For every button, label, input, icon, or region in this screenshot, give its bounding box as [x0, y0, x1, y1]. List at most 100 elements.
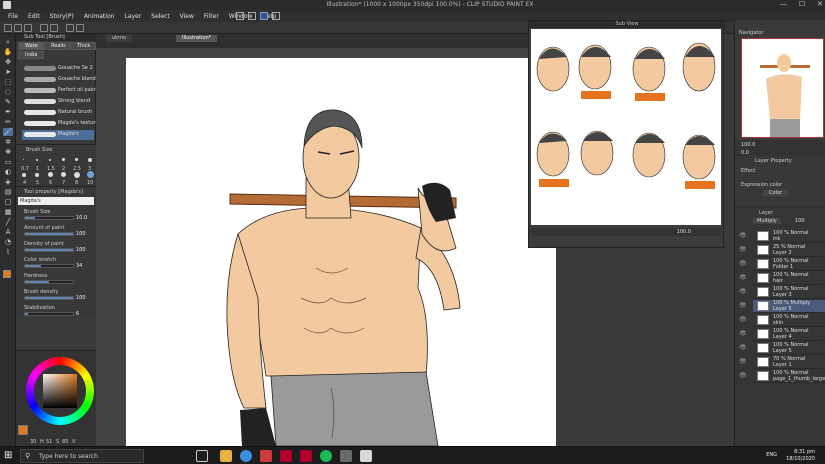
correct-line-tool-icon[interactable]: ⌇: [3, 248, 13, 256]
spotify-icon[interactable]: [320, 450, 332, 462]
grid-icon[interactable]: [236, 12, 244, 20]
windows-start-icon[interactable]: ⊞: [4, 450, 16, 462]
main-color-icon[interactable]: [3, 270, 11, 278]
new-icon[interactable]: [4, 24, 12, 32]
eraser-tool-icon[interactable]: ▭: [3, 158, 13, 166]
menu-filter[interactable]: Filter: [199, 13, 224, 20]
save-icon[interactable]: [24, 24, 32, 32]
visibility-eye-icon[interactable]: 👁: [739, 316, 747, 323]
visibility-eye-icon[interactable]: 👁: [739, 344, 747, 351]
property-value[interactable]: 6: [76, 311, 79, 317]
maximize-button[interactable]: ☐: [799, 0, 805, 8]
visibility-eye-icon[interactable]: 👁: [739, 358, 747, 365]
subtool-tab-realistic[interactable]: Realis: [44, 42, 70, 50]
brush-item-selected[interactable]: Magda's: [22, 130, 94, 140]
frame-tool-icon[interactable]: ▦: [3, 208, 13, 216]
app-icon[interactable]: [260, 450, 272, 462]
size-dot[interactable]: [48, 172, 53, 177]
figure-tool-icon[interactable]: □: [3, 198, 13, 206]
pen-tool-icon[interactable]: ✒: [3, 108, 13, 116]
main-color-swatch[interactable]: [18, 425, 28, 435]
size-dot[interactable]: [36, 159, 38, 161]
property-value[interactable]: 100: [76, 247, 86, 253]
clip-studio-icon[interactable]: [360, 450, 372, 462]
menu-layer[interactable]: Layer: [119, 13, 146, 20]
sub-view-zoom[interactable]: 100.0: [677, 229, 691, 235]
tab-illustration[interactable]: Illustration*: [176, 35, 218, 42]
property-slider[interactable]: [24, 280, 74, 284]
brush-item[interactable]: Natural brush: [22, 108, 94, 118]
property-value[interactable]: 100: [76, 231, 86, 237]
undo-icon[interactable]: [40, 24, 48, 32]
visibility-eye-icon[interactable]: 👁: [739, 330, 747, 337]
layer-row[interactable]: 100 % Normal Layer 3: [753, 286, 825, 299]
menu-animation[interactable]: Animation: [79, 13, 120, 20]
visibility-eye-icon[interactable]: 👁: [739, 232, 747, 239]
decoration-tool-icon[interactable]: ❋: [3, 148, 13, 156]
size-dot[interactable]: [49, 159, 51, 161]
visibility-eye-icon[interactable]: 👁: [739, 288, 747, 295]
netflix-icon[interactable]: [300, 450, 312, 462]
property-slider[interactable]: [24, 232, 74, 236]
move-tool-icon[interactable]: ✥: [3, 58, 13, 66]
size-dot[interactable]: [35, 173, 39, 177]
fill-tool-icon[interactable]: ◈: [3, 178, 13, 186]
subtool-tab-india[interactable]: India: [18, 51, 44, 59]
close-button[interactable]: ✕: [817, 0, 823, 8]
brush-item[interactable]: Gouache blender 2: [22, 75, 106, 85]
layer-row[interactable]: 100 % Normal Folder 1: [753, 258, 825, 271]
subtool-tab-thick[interactable]: Thick: [70, 42, 96, 50]
size-dot[interactable]: [74, 172, 80, 178]
visibility-eye-icon[interactable]: 👁: [739, 274, 747, 281]
property-slider[interactable]: [24, 296, 74, 300]
text-tool-icon[interactable]: A: [3, 228, 13, 236]
hand-tool-icon[interactable]: ✋: [3, 48, 13, 56]
lasso-tool-icon[interactable]: ◌: [3, 88, 13, 96]
layer-row[interactable]: 100 % Normal page_1_thumb_large: [753, 370, 825, 383]
brush-item[interactable]: Magda's textured: [22, 119, 102, 129]
reference-image[interactable]: [531, 29, 721, 225]
balloon-tool-icon[interactable]: ◔: [3, 238, 13, 246]
drawing-canvas[interactable]: [126, 58, 556, 446]
property-value[interactable]: 10.0: [76, 215, 87, 221]
selection-tool-icon[interactable]: ⬚: [3, 78, 13, 86]
size-dot-selected[interactable]: [87, 171, 94, 178]
layer-row[interactable]: 100 % Normal skin: [753, 314, 825, 327]
property-slider[interactable]: [24, 264, 74, 268]
property-value[interactable]: 34: [76, 263, 82, 269]
app-icon[interactable]: [340, 450, 352, 462]
layer-opacity[interactable]: 100: [795, 218, 805, 224]
menu-select[interactable]: Select: [146, 13, 175, 20]
visibility-eye-icon[interactable]: 👁: [739, 260, 747, 267]
brush-item[interactable]: Gouache Se 2: [22, 64, 94, 74]
blend-tool-icon[interactable]: ◐: [3, 168, 13, 176]
layer-row[interactable]: 100 % Normal ink: [753, 230, 825, 243]
layer-row[interactable]: 100 % Normal Layer 5: [753, 342, 825, 355]
subtool-tab-watercolor[interactable]: Wate: [18, 42, 44, 50]
property-slider[interactable]: [24, 248, 74, 252]
edge-icon[interactable]: [240, 450, 252, 462]
netflix-icon[interactable]: [280, 450, 292, 462]
navigator-zoom[interactable]: 100.0: [741, 142, 755, 148]
property-slider[interactable]: [24, 216, 74, 220]
ruler-icon[interactable]: [248, 12, 256, 20]
expression-color-select[interactable]: Color: [763, 190, 789, 196]
blend-mode-select[interactable]: Multiply: [753, 218, 781, 224]
size-dot[interactable]: [61, 172, 66, 177]
minimize-button[interactable]: —: [780, 0, 787, 8]
layer-row[interactable]: 70 % Normal Layer 1: [753, 356, 825, 369]
menu-view[interactable]: View: [175, 13, 199, 20]
task-view-icon[interactable]: [196, 450, 208, 462]
object-tool-icon[interactable]: ➤: [3, 68, 13, 76]
clear-icon[interactable]: [66, 24, 74, 32]
redo-icon[interactable]: [50, 24, 58, 32]
transform-icon[interactable]: [76, 24, 84, 32]
gradient-tool-icon[interactable]: ▤: [3, 188, 13, 196]
menu-story[interactable]: Story(P): [45, 13, 79, 20]
special-ruler-icon[interactable]: [272, 12, 280, 20]
size-dot[interactable]: [88, 158, 92, 162]
size-dot[interactable]: [23, 159, 24, 160]
visibility-eye-icon[interactable]: 👁: [739, 302, 747, 309]
open-icon[interactable]: [14, 24, 22, 32]
pencil-tool-icon[interactable]: ✏: [3, 118, 13, 126]
